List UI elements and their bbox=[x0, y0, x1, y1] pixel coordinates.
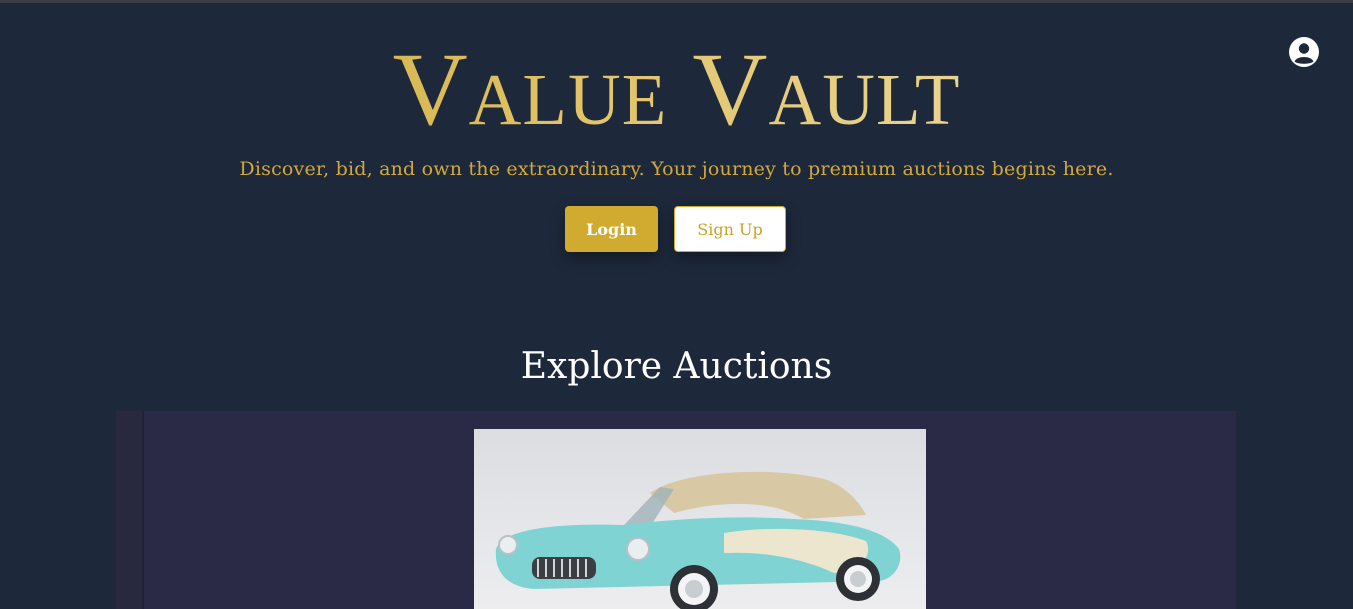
hero-tagline: Discover, bid, and own the extraordinary… bbox=[239, 158, 1114, 180]
auction-item-image[interactable] bbox=[474, 429, 926, 609]
explore-auctions-heading: Explore Auctions bbox=[520, 346, 833, 387]
signup-button[interactable]: Sign Up bbox=[674, 206, 786, 252]
window-top-border bbox=[0, 0, 1353, 3]
brand-logo-text: Value Vault bbox=[0, 38, 1353, 142]
login-button[interactable]: Login bbox=[565, 206, 658, 252]
carousel-left-edge[interactable] bbox=[116, 411, 144, 609]
car-image-icon bbox=[495, 471, 901, 609]
